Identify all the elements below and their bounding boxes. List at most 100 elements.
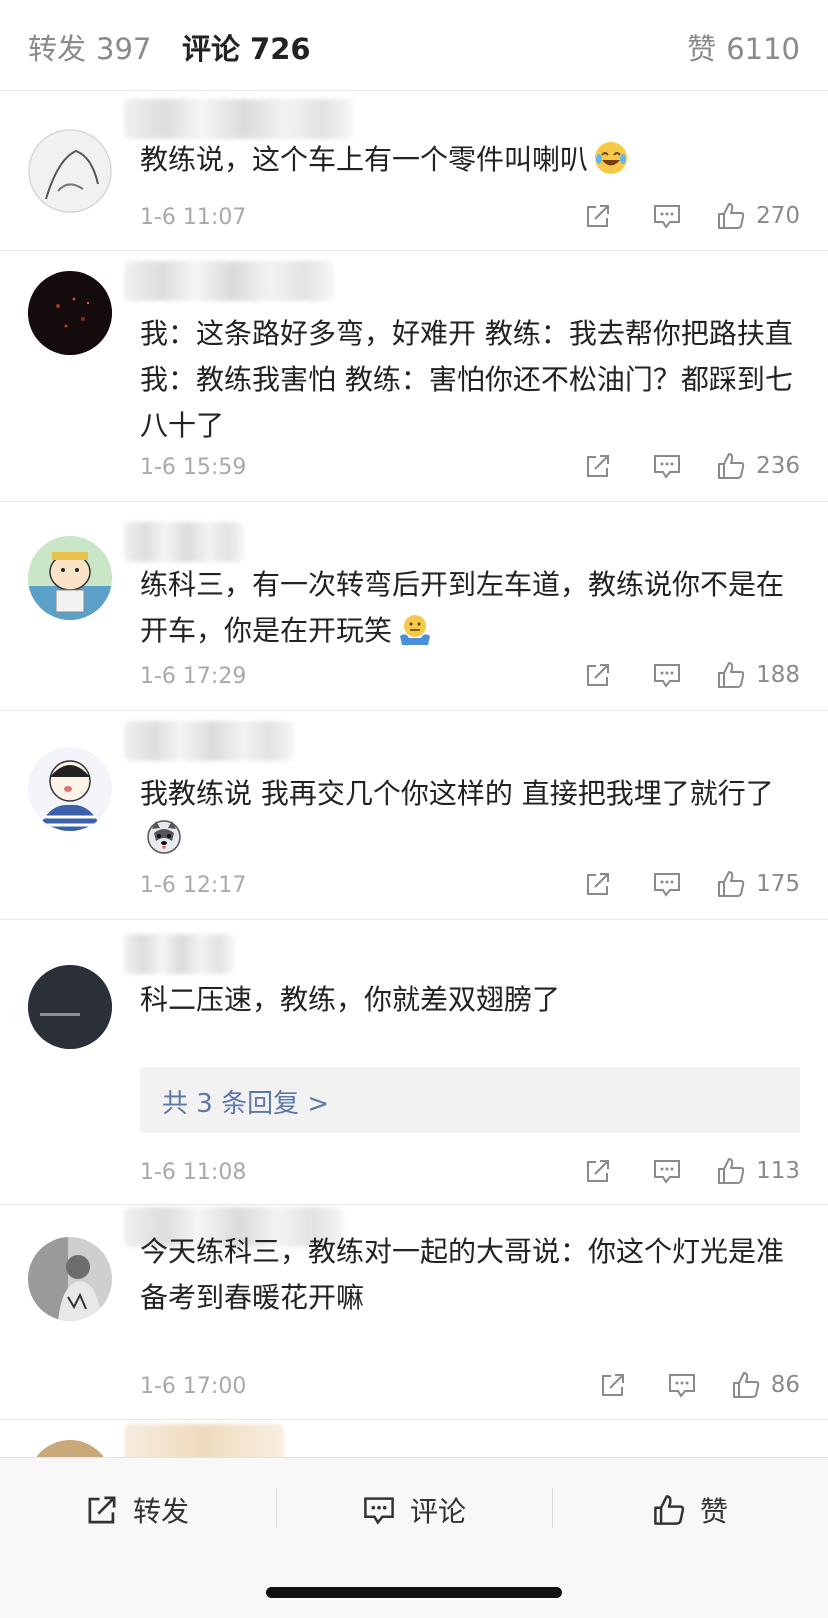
- avatar[interactable]: [28, 129, 112, 213]
- replies-box[interactable]: 共 3 条回复 >: [140, 1067, 800, 1133]
- thumbs-up-icon: [718, 871, 745, 897]
- tab-comments-count: 726: [250, 32, 311, 66]
- comment-body: 我：这条路好多弯，好难开 教练：我去帮你把路扶直 我：教练我害怕 教练：害怕你还…: [140, 311, 800, 449]
- comment-icon: [654, 455, 681, 479]
- tab-likes[interactable]: 赞 6110: [687, 26, 800, 68]
- comment-time: 1-6 15:59: [140, 455, 247, 480]
- share-button[interactable]: [584, 452, 612, 480]
- like-button[interactable]: 86: [731, 1370, 800, 1400]
- like-count: 113: [756, 1158, 800, 1184]
- username-blurred[interactable]: [124, 721, 294, 761]
- tab-likes-count: 6110: [726, 32, 800, 66]
- comment-text: 我教练说 我再交几个你这样的 直接把我埋了就行了: [140, 777, 774, 810]
- comment-item: 今天练科三，教练对一起的大哥说：你这个灯光是准备考到春暖花开嘛 1-6 17:0…: [0, 1205, 828, 1420]
- avatar[interactable]: [28, 747, 112, 831]
- comment-text: 科二压速，教练，你就差双翅膀了: [140, 983, 561, 1016]
- comment-actions: 175: [584, 867, 800, 901]
- avatar[interactable]: [28, 1237, 112, 1321]
- like-button[interactable]: 236: [716, 451, 800, 481]
- comment-icon: [654, 205, 681, 229]
- divider: [276, 1488, 277, 1528]
- comment-time: 1-6 11:07: [140, 205, 247, 230]
- like-button[interactable]: 113: [716, 1156, 800, 1186]
- bottom-comment-button[interactable]: 评论: [362, 1488, 466, 1532]
- tab-comments-label: 评论: [182, 32, 241, 66]
- tab-reposts[interactable]: 转发 397: [28, 26, 151, 68]
- share-icon: [587, 664, 610, 686]
- reply-button[interactable]: [652, 870, 682, 898]
- thumbs-up-icon: [718, 1158, 745, 1184]
- username-blurred[interactable]: [124, 99, 354, 139]
- tab-reposts-count: 397: [96, 32, 152, 66]
- comment-icon: [668, 1374, 695, 1398]
- comment-item: 练科三，有一次转弯后开到左车道，教练说你不是在开车，你是在开玩笑 1-6 17:…: [0, 502, 828, 711]
- comment-icon: [654, 1160, 681, 1184]
- shrug-emoji-icon: [398, 612, 432, 660]
- comment-text: 练科三，有一次转弯后开到左车道，教练说你不是在开车，你是在开玩笑: [140, 568, 785, 647]
- bottom-like-button[interactable]: 赞: [652, 1488, 728, 1532]
- home-indicator[interactable]: [266, 1587, 562, 1598]
- reply-button[interactable]: [652, 202, 682, 230]
- tab-comments[interactable]: 评论 726: [182, 26, 311, 68]
- tab-likes-label: 赞: [687, 32, 717, 66]
- username-blurred[interactable]: [124, 261, 334, 301]
- bottom-action-bar: 转发 评论 赞: [0, 1457, 828, 1618]
- like-button[interactable]: 270: [716, 201, 800, 231]
- share-icon: [601, 1374, 624, 1396]
- reply-button[interactable]: [652, 452, 682, 480]
- reply-button[interactable]: [652, 1157, 682, 1185]
- bottom-repost-label: 转发: [133, 1495, 190, 1528]
- bottom-repost-button[interactable]: 转发: [85, 1488, 189, 1532]
- bottom-like-label: 赞: [700, 1495, 729, 1528]
- divider: [552, 1488, 553, 1528]
- bottom-comment-label: 评论: [410, 1495, 467, 1528]
- comment-item: 教练说，这个车上有一个零件叫喇叭 1-6 11:07 270: [0, 91, 828, 251]
- like-count: 270: [756, 203, 800, 229]
- share-icon: [587, 873, 610, 895]
- share-button[interactable]: [584, 1157, 612, 1185]
- avatar[interactable]: [28, 965, 112, 1049]
- comment-item: 我教练说 我再交几个你这样的 直接把我埋了就行了 1-6 12:17 175: [0, 711, 828, 920]
- comments-tab-bar: 转发 397 评论 726 赞 6110: [0, 0, 828, 91]
- laughing-crying-emoji-icon: [594, 141, 628, 189]
- thumbs-up-icon: [718, 453, 745, 479]
- comment-actions: 188: [584, 658, 800, 692]
- like-count: 86: [770, 1372, 800, 1398]
- like-count: 236: [756, 453, 800, 479]
- share-button[interactable]: [599, 1371, 627, 1399]
- comment-body: 练科三，有一次转弯后开到左车道，教练说你不是在开车，你是在开玩笑: [140, 562, 800, 660]
- comment-body: 我教练说 我再交几个你这样的 直接把我埋了就行了: [140, 771, 800, 869]
- comment-actions: 236: [584, 449, 800, 483]
- comment-icon: [654, 873, 681, 897]
- comment-icon: [364, 1497, 394, 1525]
- comment-actions: 86: [599, 1368, 800, 1402]
- comment-item: 科二压速，教练，你就差双翅膀了 1-6 11:08 113: [0, 920, 828, 1205]
- comment-actions: 113: [584, 1154, 800, 1188]
- avatar[interactable]: [28, 271, 112, 355]
- like-button[interactable]: 188: [716, 660, 800, 690]
- thumbs-up-icon: [732, 1372, 759, 1398]
- comment-text: 我：这条路好多弯，好难开 教练：我去帮你把路扶直 我：教练我害怕 教练：害怕你还…: [140, 317, 793, 442]
- view-replies-link[interactable]: 共 3 条回复 >: [162, 1083, 329, 1120]
- avatar[interactable]: [28, 536, 112, 620]
- share-icon: [587, 205, 610, 227]
- like-button[interactable]: 175: [716, 869, 800, 899]
- husky-emoji-icon: [146, 819, 182, 869]
- share-button[interactable]: [584, 870, 612, 898]
- comment-time: 1-6 11:08: [140, 1160, 247, 1185]
- thumbs-up-icon: [718, 662, 745, 688]
- comment-body: 今天练科三，教练对一起的大哥说：你这个灯光是准备考到春暖花开嘛: [140, 1229, 800, 1321]
- comment-body: 科二压速，教练，你就差双翅膀了: [140, 977, 800, 1023]
- share-button[interactable]: [584, 202, 612, 230]
- tab-reposts-label: 转发: [28, 32, 87, 66]
- share-icon: [587, 455, 610, 477]
- username-blurred[interactable]: [124, 934, 234, 974]
- comment-body: 教练说，这个车上有一个零件叫喇叭: [140, 137, 800, 189]
- username-blurred[interactable]: [124, 522, 244, 562]
- like-count: 175: [756, 871, 800, 897]
- reply-button[interactable]: [652, 661, 682, 689]
- comment-actions: 270: [584, 199, 800, 233]
- reply-button[interactable]: [667, 1371, 697, 1399]
- comment-text: 今天练科三，教练对一起的大哥说：你这个灯光是准备考到春暖花开嘛: [140, 1235, 785, 1314]
- share-button[interactable]: [584, 661, 612, 689]
